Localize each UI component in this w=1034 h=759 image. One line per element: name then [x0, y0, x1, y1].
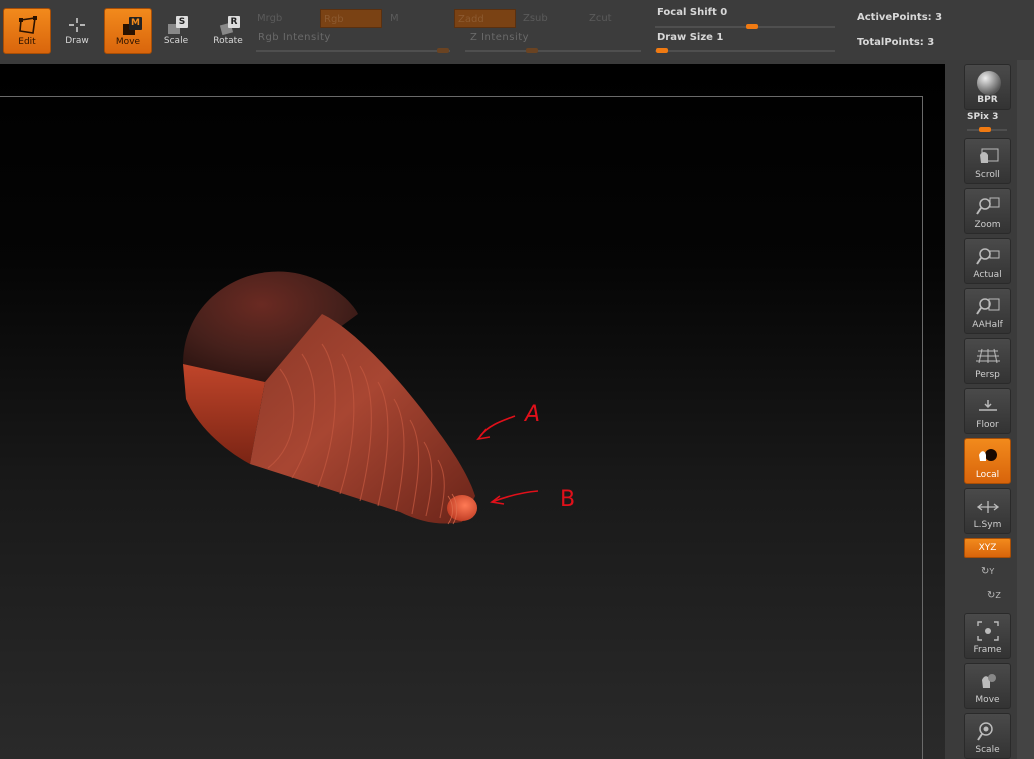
- annotation-label-a: A: [523, 402, 540, 427]
- zoom-button[interactable]: Zoom: [964, 188, 1011, 234]
- xyz-label: XYZ: [978, 543, 997, 553]
- actual-size-icon: [976, 248, 1000, 265]
- annotation-arrows: [476, 415, 539, 505]
- lsym-button[interactable]: L.Sym: [964, 488, 1011, 534]
- draw-icon: [69, 18, 85, 32]
- zoom-icon: [976, 197, 1000, 215]
- focal-shift-label: Focal Shift: [657, 7, 717, 18]
- frame-label: Frame: [973, 645, 1002, 655]
- draw-size-knob[interactable]: [656, 48, 668, 53]
- move-label: Move: [115, 37, 141, 47]
- top-toolbar: Edit Draw M Move S Scale R Rotate Mrgb R…: [0, 0, 1034, 60]
- local-label: Local: [975, 470, 1000, 480]
- zsub-toggle[interactable]: Zsub: [520, 9, 582, 28]
- scroll-button[interactable]: Scroll: [964, 138, 1011, 184]
- model-render: A B: [183, 271, 575, 525]
- frame-button[interactable]: Frame: [964, 613, 1011, 659]
- aahalf-button[interactable]: AAHalf: [964, 288, 1011, 334]
- move-shortcut-key: M: [129, 17, 142, 30]
- bpr-sphere-icon: [977, 71, 1001, 95]
- rgb-intensity-knob[interactable]: [437, 48, 449, 53]
- move-button[interactable]: M Move: [104, 8, 152, 54]
- total-points-readout: TotalPoints: 3: [857, 37, 934, 48]
- zoom-label: Zoom: [974, 220, 1001, 230]
- mrgb-toggle[interactable]: Mrgb: [254, 9, 316, 28]
- focal-shift-value: 0: [720, 7, 728, 18]
- scale-zoom-icon: [977, 722, 993, 741]
- edit-icon: [19, 16, 37, 34]
- scale-shortcut-key: S: [176, 16, 188, 28]
- y-rotation-button[interactable]: ↻Y: [981, 566, 994, 577]
- rgb-toggle[interactable]: Rgb: [320, 9, 382, 28]
- floor-button[interactable]: Floor: [964, 388, 1011, 434]
- focal-shift-knob[interactable]: [746, 24, 758, 29]
- actual-label: Actual: [973, 270, 1002, 280]
- shelf-scroll-edge[interactable]: [1017, 60, 1034, 759]
- z-intensity-knob[interactable]: [526, 48, 538, 53]
- frame-icon: [977, 621, 999, 641]
- spix-readout: SPix 3: [967, 112, 998, 122]
- spix-label: SPix: [967, 112, 989, 122]
- draw-label: Draw: [65, 36, 89, 46]
- edit-button[interactable]: Edit: [3, 8, 51, 54]
- scroll-hand-icon: [980, 148, 999, 163]
- scroll-label: Scroll: [975, 170, 1000, 180]
- move-view-label: Move: [975, 695, 1000, 705]
- xyz-rotation-button[interactable]: XYZ: [964, 538, 1011, 558]
- bpr-label: BPR: [977, 95, 998, 105]
- persp-label: Persp: [975, 370, 1000, 380]
- move-view-button[interactable]: Move: [964, 663, 1011, 709]
- actual-button[interactable]: Actual: [964, 238, 1011, 284]
- draw-size-value: 1: [716, 32, 724, 43]
- active-points-label: ActivePoints:: [857, 12, 932, 23]
- spix-knob[interactable]: [979, 127, 991, 132]
- z-rotation-label: Z: [995, 591, 1001, 600]
- draw-size-slider[interactable]: [655, 50, 835, 52]
- scale-view-button[interactable]: Scale: [964, 713, 1011, 759]
- total-points-value: 3: [927, 37, 935, 48]
- rotate-button[interactable]: R Rotate: [204, 8, 252, 54]
- zadd-toggle[interactable]: Zadd: [454, 9, 516, 28]
- focal-shift-slider[interactable]: [655, 26, 835, 28]
- local-symmetry-icon: [976, 501, 1000, 513]
- draw-size-label: Draw Size: [657, 32, 713, 43]
- aahalf-label: AAHalf: [972, 320, 1003, 330]
- perspective-icon: [976, 348, 1000, 364]
- move-hand-icon: [982, 674, 996, 688]
- scale-button[interactable]: S Scale: [152, 8, 200, 54]
- floor-label: Floor: [976, 420, 999, 430]
- local-button[interactable]: Local: [964, 438, 1011, 484]
- annotation-label-b: B: [560, 487, 575, 512]
- total-points-label: TotalPoints:: [857, 37, 924, 48]
- lsym-label: L.Sym: [973, 520, 1002, 530]
- scale-view-label: Scale: [975, 745, 1000, 755]
- floor-icon: [979, 400, 997, 411]
- local-icon: [979, 449, 997, 461]
- aahalf-icon: [976, 298, 1000, 315]
- rotate-shortcut-key: R: [228, 16, 240, 28]
- edit-label: Edit: [18, 37, 36, 47]
- rotate-label: Rotate: [213, 36, 243, 46]
- z-rotation-button[interactable]: ↻Z: [987, 590, 1001, 601]
- canvas-viewport[interactable]: A B: [0, 64, 945, 759]
- scale-label: Scale: [163, 36, 189, 46]
- zcut-toggle[interactable]: Zcut: [586, 9, 648, 28]
- spix-value: 3: [992, 112, 999, 122]
- active-points-value: 3: [935, 12, 943, 23]
- rgb-intensity-label: Rgb Intensity: [258, 32, 331, 43]
- y-rotation-label: Y: [989, 567, 995, 576]
- z-intensity-slider[interactable]: [465, 50, 641, 52]
- z-intensity-label: Z Intensity: [470, 32, 530, 43]
- persp-button[interactable]: Persp: [964, 338, 1011, 384]
- focal-shift-readout: Focal Shift 0: [657, 7, 727, 18]
- m-toggle[interactable]: M: [387, 9, 449, 28]
- draw-button[interactable]: Draw: [53, 8, 101, 54]
- active-points-readout: ActivePoints: 3: [857, 12, 942, 23]
- bpr-button[interactable]: BPR: [964, 64, 1011, 110]
- rgb-intensity-slider[interactable]: [256, 50, 450, 52]
- draw-size-readout: Draw Size 1: [657, 32, 723, 43]
